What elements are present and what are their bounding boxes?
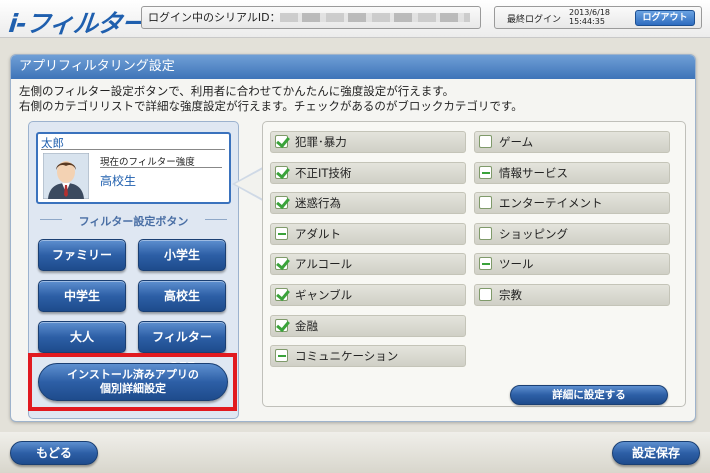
category-label: ゲーム	[499, 135, 534, 149]
panel-description: 左側のフィルター設定ボタンで、利用者に合わせてかんたんに強度設定が行えます。 右…	[19, 84, 523, 114]
last-login-date-value: 2013/6/18	[569, 8, 611, 17]
save-settings-button[interactable]: 設定保存	[612, 441, 700, 465]
category-label: 金融	[295, 318, 318, 333]
category-item[interactable]: 不正IT技術	[270, 161, 466, 184]
category-item[interactable]: 宗教	[474, 284, 670, 306]
category-item[interactable]: コミュニケーション	[270, 345, 466, 368]
category-label: 宗教	[499, 288, 522, 302]
category-label: 犯罪･暴力	[295, 135, 347, 149]
category-checkbox[interactable]	[275, 165, 288, 179]
description-line-2: 右側のカテゴリリストで詳細な強度設定が行えます。チェックがあるのがブロックカテゴ…	[19, 99, 523, 113]
category-label: コミュニケーション	[295, 349, 399, 364]
category-label: アダルト	[295, 226, 341, 241]
category-label: 不正IT技術	[295, 165, 352, 180]
category-item[interactable]: 迷惑行為	[270, 192, 466, 215]
category-label: ショッピング	[499, 226, 568, 241]
category-checkbox[interactable]	[275, 318, 288, 332]
category-label: ツール	[499, 257, 534, 272]
current-level-label: 現在のフィルター強度	[100, 157, 195, 168]
installed-apps-detail-button[interactable]: インストール済みアプリの 個別詳細設定	[38, 363, 228, 401]
category-label: 情報サービス	[499, 165, 568, 180]
divider	[41, 149, 225, 150]
last-login-box: 最終ログイン 2013/6/18 15:44:35 ログアウト	[494, 6, 702, 29]
category-item[interactable]: 犯罪･暴力	[270, 131, 466, 153]
category-item[interactable]: ギャンブル	[270, 284, 466, 306]
install-button-line-2: 個別詳細設定	[100, 382, 166, 395]
back-button[interactable]: もどる	[10, 441, 98, 465]
category-checkbox[interactable]	[275, 288, 288, 301]
category-label: アルコール	[295, 257, 353, 272]
category-checkbox[interactable]	[479, 257, 492, 271]
app-logo: i-フィルター	[7, 9, 147, 38]
serial-id-label: ログイン中のシリアルID：	[148, 11, 281, 24]
footer-bar	[0, 432, 710, 473]
filter-adult-button[interactable]: 大人	[38, 321, 126, 353]
panel-title: アプリフィルタリング設定	[11, 55, 695, 79]
logout-button[interactable]: ログアウト	[635, 10, 695, 26]
category-checkbox[interactable]	[479, 226, 492, 240]
category-item[interactable]: エンターテイメント	[474, 192, 670, 215]
current-level-value: 高校生	[100, 174, 137, 188]
category-checkbox[interactable]	[275, 257, 288, 271]
category-item[interactable]: 情報サービス	[474, 161, 670, 184]
category-checkbox[interactable]	[479, 135, 492, 148]
category-checkbox[interactable]	[275, 135, 288, 148]
install-button-line-1: インストール済みアプリの	[67, 368, 199, 381]
filter-family-button[interactable]: ファミリー	[38, 239, 126, 271]
category-checkbox[interactable]	[479, 196, 492, 210]
category-label: エンターテイメント	[499, 196, 603, 211]
serial-id-value	[280, 13, 470, 22]
detail-settings-button[interactable]: 詳細に設定する	[510, 385, 668, 405]
divider	[205, 219, 227, 220]
category-item[interactable]: アルコール	[270, 253, 466, 276]
category-item[interactable]: 金融	[270, 314, 466, 337]
last-login-time: 2013/6/18 15:44:35	[569, 8, 610, 26]
description-line-1: 左側のフィルター設定ボタンで、利用者に合わせてかんたんに強度設定が行えます。	[19, 84, 455, 98]
filter-off-button[interactable]: フィルターOFF	[138, 321, 226, 374]
category-checkbox[interactable]	[479, 288, 492, 301]
category-checkbox[interactable]	[479, 165, 492, 179]
last-login-time-value: 15:44:35	[569, 17, 605, 26]
category-label: 迷惑行為	[295, 196, 341, 211]
filter-buttons-heading: フィルター設定ボタン	[78, 215, 189, 228]
callout-arrow-inner	[235, 169, 263, 199]
category-checkbox[interactable]	[275, 196, 288, 210]
category-checkbox[interactable]	[275, 226, 288, 240]
category-checkbox[interactable]	[275, 349, 288, 363]
filter-elementary-button[interactable]: 小学生	[138, 239, 226, 271]
divider	[100, 167, 222, 168]
category-item[interactable]: ゲーム	[474, 131, 670, 153]
filter-junior-high-button[interactable]: 中学生	[38, 280, 126, 312]
user-avatar-icon	[43, 153, 89, 199]
user-profile-card: 太郎 現在のフィルター強度 高校生	[36, 132, 231, 204]
serial-id-box: ログイン中のシリアルID：	[141, 6, 481, 29]
last-login-label: 最終ログイン	[507, 15, 562, 25]
category-item[interactable]: ショッピング	[474, 222, 670, 245]
category-item[interactable]: ツール	[474, 253, 670, 276]
header-bar: i-フィルター ログイン中のシリアルID： 最終ログイン 2013/6/18 1…	[0, 0, 710, 38]
category-item[interactable]: アダルト	[270, 222, 466, 245]
category-label: ギャンブル	[295, 288, 353, 302]
filter-high-school-button[interactable]: 高校生	[138, 280, 226, 312]
